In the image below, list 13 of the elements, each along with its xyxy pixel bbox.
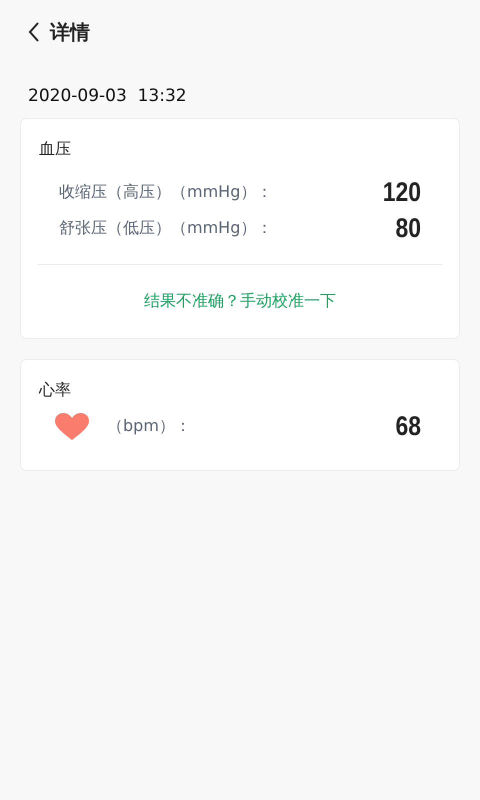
page-title: 详情 bbox=[50, 18, 90, 46]
measure-value: 80 bbox=[395, 212, 421, 244]
measure-value: 68 bbox=[395, 411, 421, 442]
heart-icon bbox=[55, 412, 89, 440]
calibrate-link[interactable]: 结果不准确？手动校准一下 bbox=[39, 265, 441, 338]
measure-label: （bpm）： bbox=[107, 416, 191, 437]
card-title: 血压 bbox=[39, 139, 72, 160]
back-icon bbox=[28, 22, 40, 42]
measure-value: 120 bbox=[382, 176, 421, 208]
measure-label: 收缩压（高压）（mmHg）： bbox=[59, 182, 272, 202]
measure-label: 舒张压（低压）（mmHg）： bbox=[59, 218, 272, 238]
card-title: 心率 bbox=[39, 380, 72, 401]
record-datetime: 2020-09-03 13:32 bbox=[27, 85, 188, 108]
